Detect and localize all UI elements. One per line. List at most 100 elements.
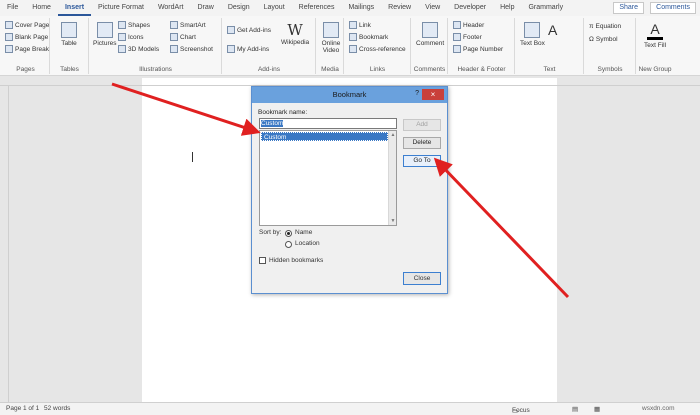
hidden-bookmarks-checkbox[interactable] [259,257,266,264]
read-mode-icon[interactable]: ▤ [572,405,578,413]
tab-picture-format[interactable]: Picture Format [91,0,151,16]
equation-button[interactable]: π Equation [589,23,621,30]
cover-page-icon [5,21,13,29]
word-count[interactable]: 52 words [44,405,70,412]
header-button[interactable]: Header [453,21,484,29]
addins-icon [227,45,235,53]
sort-location-label: Location [295,240,320,247]
ribbon-tabs: File Home Insert Picture Format WordArt … [0,0,700,16]
addins-group-label: Add-ins [257,66,281,73]
wikipedia-icon: W [287,21,303,39]
help-icon[interactable]: ? [415,90,419,97]
shapes-button[interactable]: Shapes [118,21,150,29]
footer-button[interactable]: Footer [453,33,482,41]
text-box-button[interactable]: Text Box [520,22,545,47]
blank-page-icon [5,33,13,41]
cover-page-button[interactable]: Cover Page [5,21,49,29]
tab-draw[interactable]: Draw [190,0,220,16]
smartart-button[interactable]: SmartArt [170,21,206,29]
comments-button[interactable]: Comments [650,2,696,14]
bookmark-dialog: Bookmark ? × Bookmark name: Custom Custo… [251,86,448,294]
chart-button[interactable]: Chart [170,33,196,41]
page-number-icon [453,45,461,53]
ribbon: Cover Page Blank Page Page Break Pages T… [0,16,700,76]
text-group-label: Text [543,66,556,73]
close-icon[interactable]: × [422,89,444,100]
text-fill-button[interactable]: A Text Fill [644,21,666,49]
go-to-button[interactable]: Go To [403,155,441,167]
list-item[interactable]: Custom [261,132,388,141]
online-video-button[interactable]: Online Video [319,22,343,54]
tab-review[interactable]: Review [381,0,418,16]
tab-home[interactable]: Home [25,0,58,16]
addins-group: Get Add-ins My Add-ins W Wikipedia Add-in… [223,18,316,74]
screenshot-button[interactable]: Screenshot [170,45,213,53]
new-group: A Text Fill New Group [637,18,673,74]
footer-icon [453,33,461,41]
tab-help[interactable]: Help [493,0,521,16]
sort-name-radio[interactable] [285,230,292,237]
horizontal-ruler[interactable] [0,77,700,86]
page-number-button[interactable]: Page Number [453,45,503,53]
page-count[interactable]: Page 1 of 1 [6,405,39,412]
bookmark-list[interactable]: Custom ▲ ▼ [259,130,397,226]
my-addins-button[interactable]: My Add-ins [227,45,269,53]
illustrations-group: Pictures Shapes Icons 3D Models SmartArt… [90,18,222,74]
bookmark-name-input[interactable]: Custom [259,118,397,129]
scroll-down-icon[interactable]: ▼ [389,217,397,225]
bookmark-icon [349,33,357,41]
get-addins-button[interactable]: Get Add-ins [227,26,271,34]
header-footer-group-label: Header & Footer [457,66,506,73]
new-group-label: New Group [638,66,672,73]
page-break-button[interactable]: Page Break [5,45,49,53]
tab-developer[interactable]: Developer [447,0,493,16]
symbol-button[interactable]: Ω Symbol [589,36,618,43]
tab-grammarly[interactable]: Grammarly [521,0,570,16]
tab-insert[interactable]: Insert [57,0,92,16]
sort-location-radio[interactable] [285,241,292,248]
vertical-ruler[interactable] [0,86,9,402]
tab-layout[interactable]: Layout [257,0,292,16]
store-icon [227,26,235,34]
bookmark-button[interactable]: Bookmark [349,33,388,41]
media-group: Online Video Media [317,18,344,74]
scroll-up-icon[interactable]: ▲ [389,131,397,139]
omega-icon: Ω [589,36,594,43]
comments-group: Comment Comments [412,18,448,74]
table-icon [61,22,77,38]
icons-button[interactable]: Icons [118,33,144,41]
blank-page-button[interactable]: Blank Page [5,33,48,41]
cross-reference-button[interactable]: Cross-reference [349,45,406,53]
text-group: Text Box A Text [516,18,584,74]
pages-group-label: Pages [16,66,35,73]
illustrations-group-label: Illustrations [139,66,172,73]
3d-models-button[interactable]: 3D Models [118,45,159,53]
add-button[interactable]: Add [403,119,441,131]
text-fill-icon: A [647,21,664,40]
wikipedia-button[interactable]: W Wikipedia [281,21,309,47]
comments-group-label: Comments [413,66,446,73]
sort-by-label: Sort by: [259,229,282,236]
link-button[interactable]: Link [349,21,371,29]
tab-wordart[interactable]: WordArt [151,0,191,16]
tab-design[interactable]: Design [221,0,257,16]
pictures-icon [96,22,113,38]
links-group-label: Links [369,66,386,73]
share-button[interactable]: Share [613,2,644,14]
print-layout-icon[interactable]: ▦ [594,405,600,413]
tab-file[interactable]: File [0,0,25,16]
comment-button[interactable]: Comment [416,22,444,47]
tab-references[interactable]: References [292,0,342,16]
pictures-button[interactable]: Pictures [93,22,116,47]
tables-group: Table Tables [51,18,89,74]
delete-button[interactable]: Delete [403,137,441,149]
list-scrollbar[interactable]: ▲ ▼ [388,131,396,225]
tab-mailings[interactable]: Mailings [341,0,381,16]
close-button[interactable]: Close [403,272,441,285]
3d-models-icon [118,45,126,53]
link-icon [349,21,357,29]
sort-name-label: Name [295,229,313,236]
table-button[interactable]: Table [61,22,77,47]
tab-view[interactable]: View [418,0,447,16]
text-options-icon[interactable]: A [548,22,557,38]
